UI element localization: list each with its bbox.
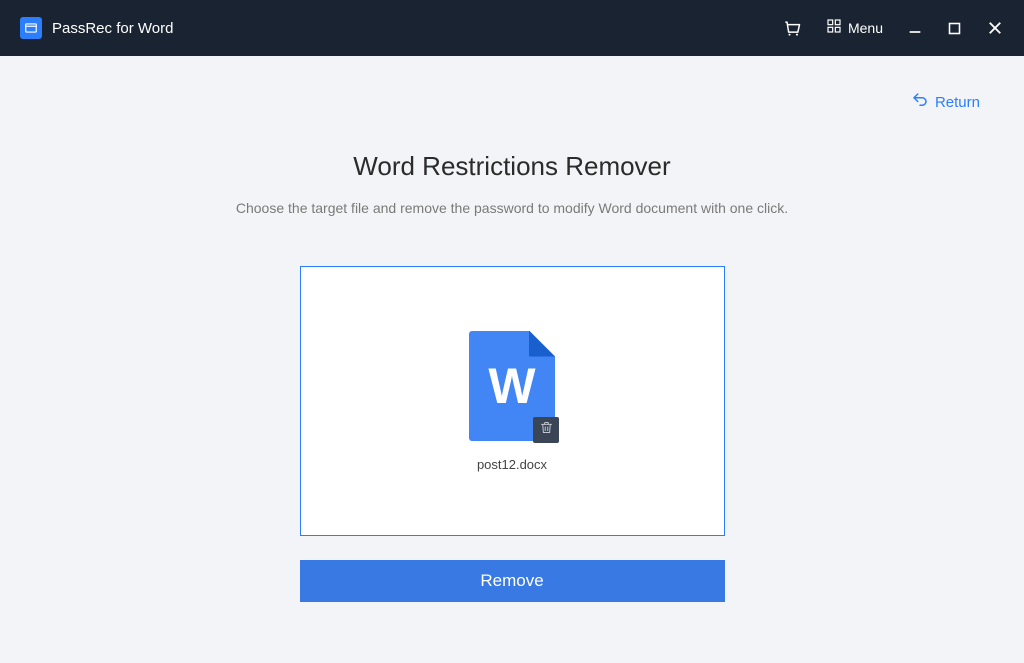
menu-button[interactable]: Menu bbox=[826, 18, 883, 39]
trash-icon bbox=[539, 420, 554, 440]
maximize-icon[interactable] bbox=[947, 21, 962, 36]
minimize-icon[interactable] bbox=[907, 20, 923, 36]
titlebar-left: PassRec for Word bbox=[20, 17, 173, 39]
delete-file-button[interactable] bbox=[533, 417, 559, 443]
app-icon bbox=[20, 17, 42, 39]
close-icon[interactable] bbox=[986, 19, 1004, 37]
return-label: Return bbox=[935, 94, 980, 111]
return-link[interactable]: Return bbox=[911, 91, 980, 113]
main-section: Word Restrictions Remover Choose the tar… bbox=[40, 76, 984, 602]
cart-icon[interactable] bbox=[782, 18, 802, 38]
content-area: Return Word Restrictions Remover Choose … bbox=[0, 56, 1024, 663]
menu-label: Menu bbox=[848, 20, 883, 36]
remove-button[interactable]: Remove bbox=[300, 560, 725, 602]
page-title: Word Restrictions Remover bbox=[353, 151, 670, 182]
app-title: PassRec for Word bbox=[52, 20, 173, 37]
filename: post12.docx bbox=[477, 457, 547, 472]
titlebar: PassRec for Word Menu bbox=[0, 0, 1024, 56]
file-icon-wrapper: W bbox=[469, 331, 555, 441]
page-subtitle: Choose the target file and remove the pa… bbox=[236, 200, 788, 216]
titlebar-right: Menu bbox=[782, 18, 1004, 39]
apps-icon bbox=[826, 18, 842, 39]
window-controls bbox=[907, 19, 1004, 37]
return-icon bbox=[911, 91, 929, 113]
file-drop-zone[interactable]: W post12.docx bbox=[300, 266, 725, 536]
